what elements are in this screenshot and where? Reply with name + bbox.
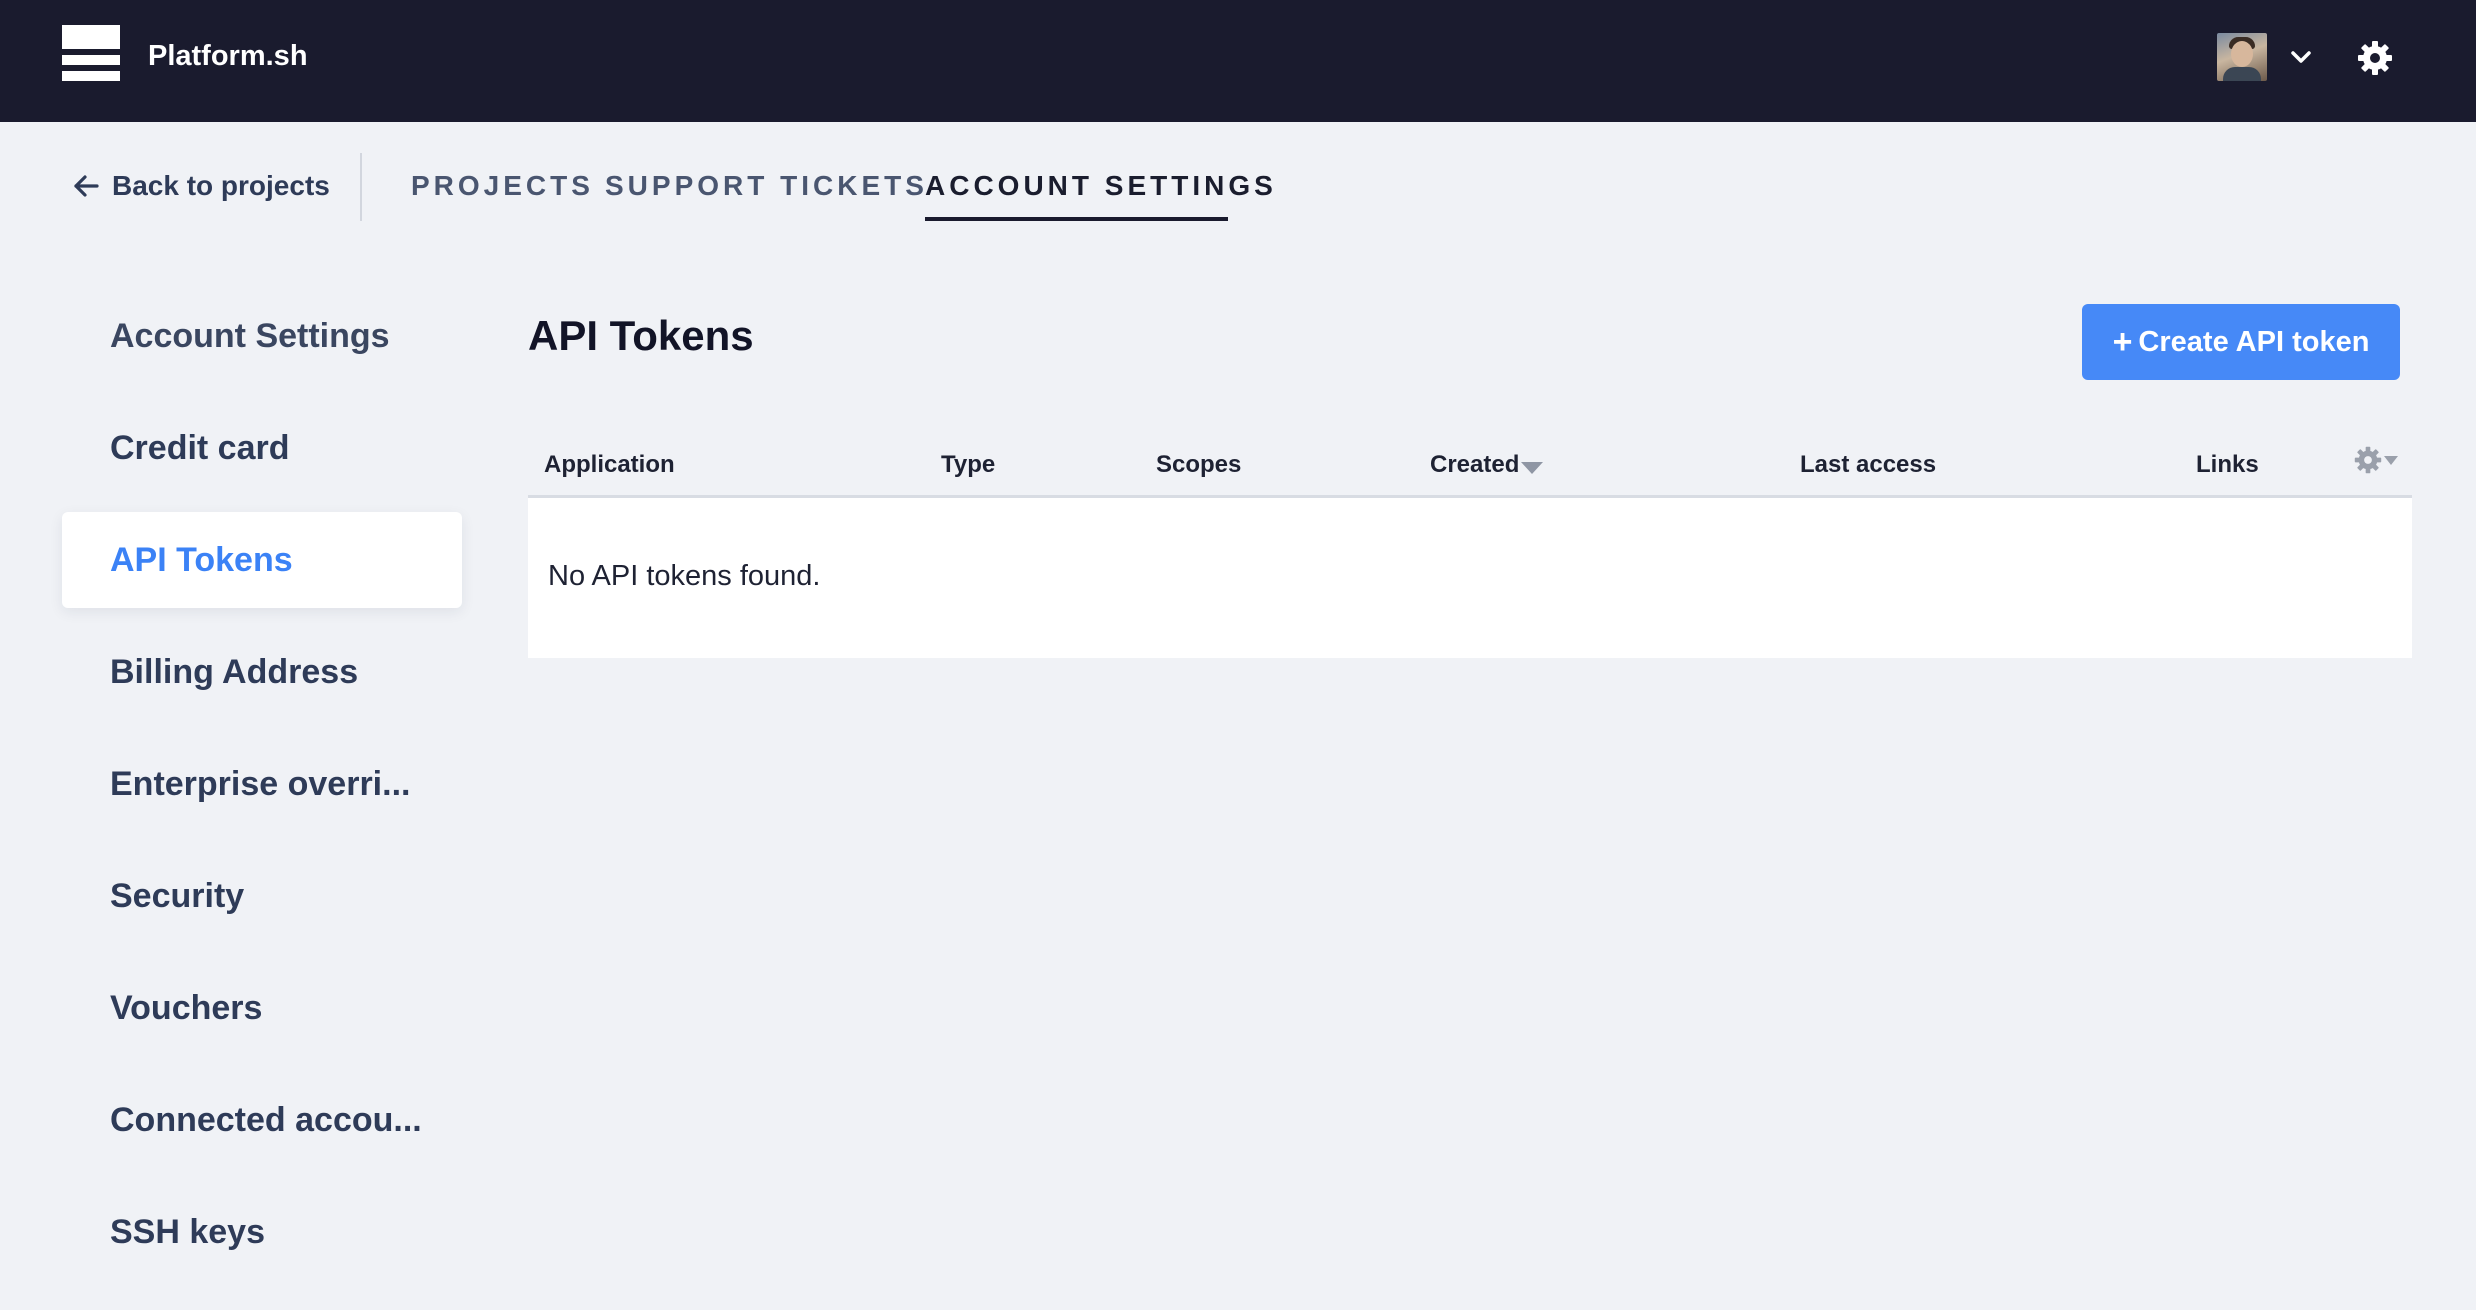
tab-projects[interactable]: PROJECTS xyxy=(411,168,594,204)
gear-icon[interactable] xyxy=(2357,40,2393,76)
column-header-last-access[interactable]: Last access xyxy=(1800,450,1936,480)
column-header-created-label: Created xyxy=(1430,451,1520,478)
sidebar-item-credit-card[interactable]: Credit card xyxy=(62,400,462,496)
user-avatar[interactable] xyxy=(2217,33,2267,81)
page-title: API Tokens xyxy=(528,312,754,359)
arrow-left-icon xyxy=(74,175,99,197)
column-header-created[interactable]: Created xyxy=(1430,450,1544,480)
sidebar-item-ssh-keys[interactable]: SSH keys xyxy=(62,1184,462,1280)
sidebar-item-api-tokens[interactable]: API Tokens xyxy=(62,512,462,608)
brand-name[interactable]: Platform.sh xyxy=(148,38,308,74)
top-bar: Platform.sh xyxy=(0,0,2476,122)
tab-account-settings[interactable]: ACCOUNT SETTINGS xyxy=(925,168,1277,204)
tab-support-tickets[interactable]: SUPPORT TICKETS xyxy=(605,168,928,204)
column-settings-button[interactable] xyxy=(2354,440,2406,480)
column-header-scopes[interactable]: Scopes xyxy=(1156,450,1241,480)
plus-icon: + xyxy=(2112,322,2133,361)
sidebar-item-vouchers[interactable]: Vouchers xyxy=(62,960,462,1056)
column-header-type[interactable]: Type xyxy=(941,450,995,480)
create-api-token-button[interactable]: + Create API token xyxy=(2082,304,2400,380)
sidebar-item-security[interactable]: Security xyxy=(62,848,462,944)
sidebar-item-connected-accounts[interactable]: Connected accou... xyxy=(62,1072,462,1168)
column-header-application[interactable]: Application xyxy=(544,450,675,480)
chevron-down-icon xyxy=(2384,455,2398,465)
sidebar-item-enterprise-overrides[interactable]: Enterprise overri... xyxy=(62,736,462,832)
platform-logo-icon[interactable] xyxy=(62,25,120,81)
sidebar-item-billing-address[interactable]: Billing Address xyxy=(62,624,462,720)
nav-divider xyxy=(360,153,362,221)
gear-icon xyxy=(2354,446,2382,474)
tokens-table-body: No API tokens found. xyxy=(528,498,2412,658)
sidebar-item-account-settings[interactable]: Account Settings xyxy=(62,288,462,384)
table-header: Application Type Scopes Created Last acc… xyxy=(528,440,2412,498)
create-api-token-label: Create API token xyxy=(2138,325,2370,358)
empty-state-message: No API tokens found. xyxy=(548,560,821,592)
back-to-projects-link[interactable]: Back to projects xyxy=(70,168,330,204)
sort-descending-icon xyxy=(1521,462,1544,474)
active-tab-indicator xyxy=(925,217,1228,221)
column-header-links[interactable]: Links xyxy=(2196,450,2259,480)
chevron-down-icon[interactable] xyxy=(2286,42,2316,72)
back-to-projects-label: Back to projects xyxy=(112,170,330,201)
